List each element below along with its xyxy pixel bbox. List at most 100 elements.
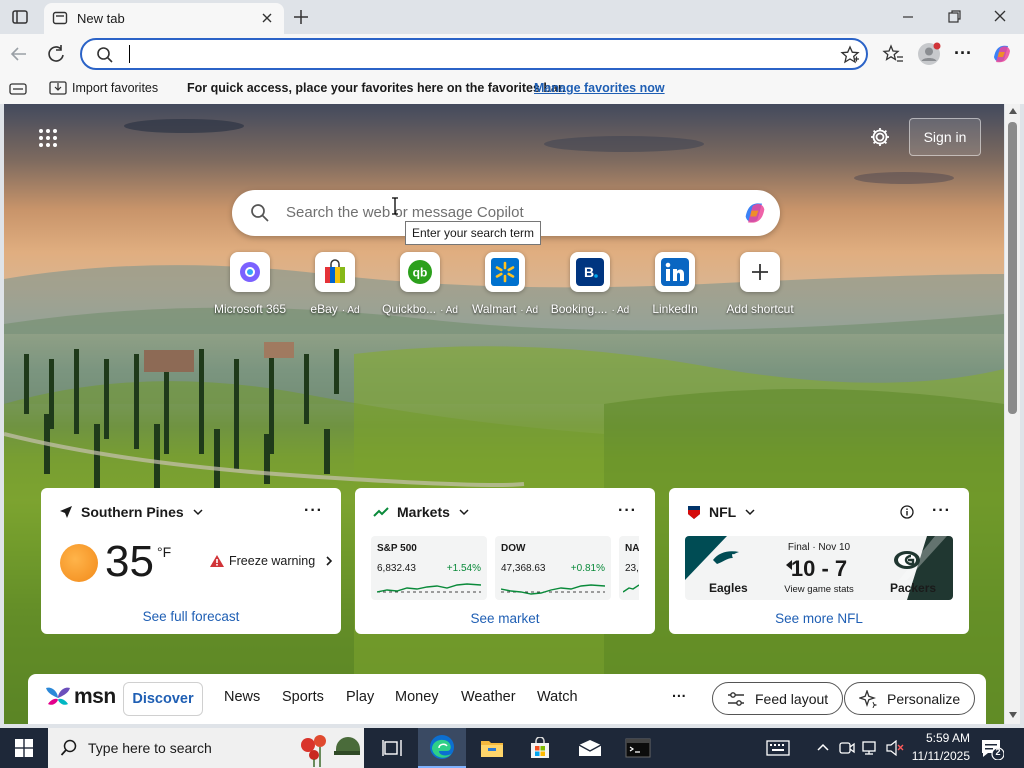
weather-card[interactable]: Southern Pines ··· 35 °F Freeze warning … [41,488,341,634]
feed-layout-label: Feed layout [755,690,829,707]
microsoft-store-icon[interactable] [516,728,564,768]
walmart-icon [485,252,525,292]
notification-center-icon[interactable]: 2 [980,738,1004,760]
add-shortcut-button[interactable]: Add shortcut [715,252,805,316]
nfl-card-header[interactable]: NFL [687,504,756,520]
markets-more-icon[interactable]: ··· [618,502,637,520]
start-button[interactable] [0,728,48,768]
new-tab-page: Sign in Search the web or message Copilo… [4,104,1004,724]
meet-now-icon[interactable] [839,740,855,756]
keyboard-input-icon[interactable] [766,739,790,757]
windows-logo-icon [15,739,33,757]
tab-new-tab[interactable]: New tab [44,3,284,34]
terminal-icon[interactable] [614,728,662,768]
favorites-icon[interactable] [882,44,904,64]
import-favorites-button[interactable]: Import favorites [72,81,158,95]
booking-icon: B [570,252,610,292]
web-search-input[interactable]: Search the web or message Copilot [286,204,524,221]
settings-more-icon[interactable]: ··· [954,44,972,62]
task-view-icon[interactable] [368,728,416,768]
ticker-sp500[interactable]: S&P 500 6,832.43 +1.54% [371,536,487,600]
restore-icon[interactable] [944,9,964,25]
search-icon [96,46,114,64]
tab-label: Discover [132,691,194,707]
tab-actions-icon[interactable] [10,7,30,27]
info-icon[interactable] [900,505,914,519]
apps-grid-icon[interactable] [38,128,58,148]
taskbar-search-input[interactable]: Type here to search [88,740,212,756]
edge-taskbar-icon[interactable] [418,728,466,768]
favorites-bar: Import favorites For quick access, place… [0,74,1024,104]
tab-watch[interactable]: Watch [537,689,578,705]
quickbooks-icon: qb [400,252,440,292]
svg-text:qb: qb [413,266,428,280]
copilot-icon[interactable] [990,42,1014,66]
nfl-more-icon[interactable]: ··· [932,502,951,520]
sign-in-button[interactable]: Sign in [909,118,981,156]
quick-link-quickbooks[interactable]: qb Quickbo... · Ad [375,252,465,316]
close-window-icon[interactable] [990,9,1010,25]
close-tab-icon[interactable] [260,11,274,25]
tray-chevron-up-icon[interactable] [816,742,830,752]
ticker-nasdaq[interactable]: NA 23, [619,536,639,600]
volume-muted-icon[interactable] [886,740,904,756]
windows-taskbar: Type here to search 5:59 AM 11/11/2025 2 [0,728,1024,768]
quick-link-linkedin[interactable]: LinkedIn [630,252,720,316]
markets-card-header[interactable]: Markets [373,504,470,520]
tab-money[interactable]: Money [395,689,439,705]
game-score-tile[interactable]: Eagles Packers Final · Nov 10 10 - 7 Vie… [685,536,953,600]
manage-favorites-link[interactable]: Manage favorites now [534,81,665,95]
quick-link-label: Booking.... [550,302,608,316]
tab-news[interactable]: News [224,689,260,705]
see-full-forecast-link[interactable]: See full forecast [41,609,341,624]
microsoft365-icon [230,252,270,292]
sidebar-toggle-icon[interactable] [9,82,27,96]
personalize-button[interactable]: Personalize [844,682,976,715]
quick-link-ebay[interactable]: eBay · Ad [290,252,380,316]
tab-discover[interactable]: Discover [123,682,203,716]
file-explorer-icon[interactable] [468,728,516,768]
clock-date[interactable]: 11/11/2025 [906,749,970,763]
page-settings-gear-icon[interactable] [869,126,891,148]
weather-card-header[interactable]: Southern Pines [59,504,204,520]
quick-link-walmart[interactable]: Walmart · Ad [460,252,550,316]
tab-sports[interactable]: Sports [282,689,324,705]
copilot-search-icon[interactable] [740,199,770,227]
weather-more-icon[interactable]: ··· [304,502,323,520]
network-icon[interactable] [862,740,880,756]
favorite-star-icon[interactable] [840,45,860,65]
quick-link-microsoft365[interactable]: Microsoft 365 [205,252,295,316]
ticker-value: 47,368.63 [501,563,546,574]
more-tabs-icon[interactable]: ··· [672,689,687,705]
refresh-icon[interactable] [45,44,67,64]
view-game-stats-link[interactable]: View game stats [685,584,953,595]
tab-title: New tab [77,11,125,26]
markets-card[interactable]: Markets ··· S&P 500 6,832.43 +1.54% DOW … [355,488,655,634]
scroll-up-arrow-icon[interactable] [1009,108,1017,114]
scroll-down-arrow-icon[interactable] [1009,712,1017,718]
sparkle-icon [859,689,877,708]
page-scrollbar[interactable] [1005,104,1020,724]
back-arrow-icon[interactable] [8,44,30,64]
see-market-link[interactable]: See market [355,611,655,626]
toolbar: ··· [0,34,1024,74]
new-tab-plus-icon[interactable] [291,7,311,27]
ticker-dow[interactable]: DOW 47,368.63 +0.81% [495,536,611,600]
quick-link-booking[interactable]: B Booking.... · Ad [545,252,635,316]
weather-unit: °F [157,544,172,560]
feed-layout-button[interactable]: Feed layout [712,682,844,715]
taskbar-search-box[interactable]: Type here to search [48,728,364,768]
mail-icon[interactable] [566,728,614,768]
clock-time[interactable]: 5:59 AM [914,731,970,745]
msn-logo-text[interactable]: msn [74,685,116,709]
tab-play[interactable]: Play [346,689,374,705]
nfl-card[interactable]: NFL ··· Eagles Packers Final · Nov 10 10… [669,488,969,634]
tab-weather[interactable]: Weather [461,689,516,705]
see-more-nfl-link[interactable]: See more NFL [669,611,969,626]
scrollbar-thumb[interactable] [1008,122,1017,414]
profile-avatar[interactable] [917,42,941,66]
address-bar[interactable] [80,38,868,70]
freeze-warning-alert[interactable]: Freeze warning [209,554,335,568]
minimize-icon[interactable] [898,10,918,24]
weather-alert-text: Freeze warning [229,554,316,568]
